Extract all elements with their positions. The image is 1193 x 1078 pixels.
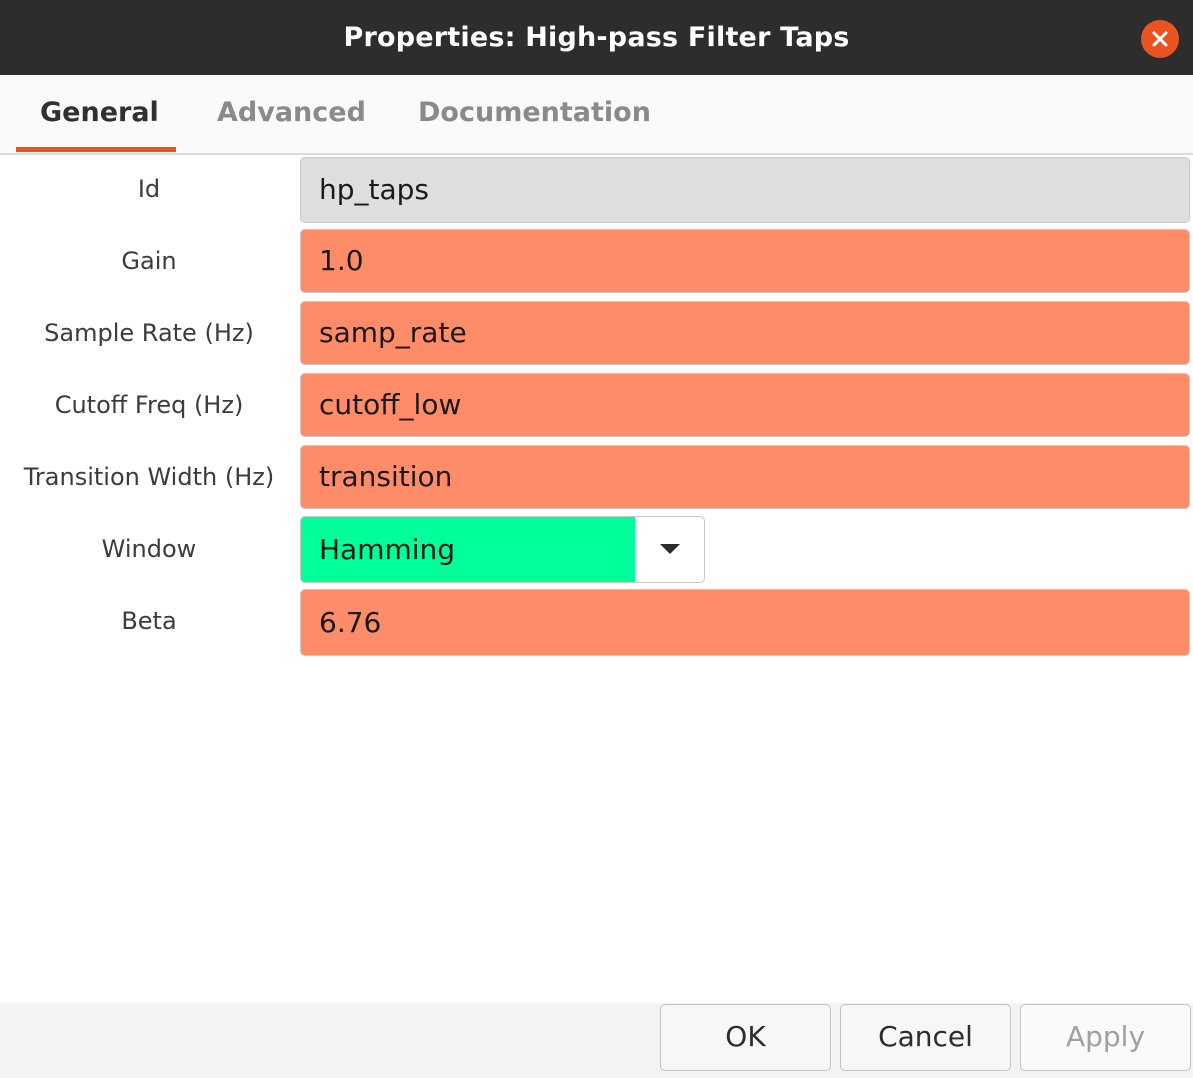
tab-bar: General Advanced Documentation [0,75,1193,155]
active-tab-indicator [16,147,176,152]
ok-button[interactable]: OK [660,1004,831,1071]
id-field[interactable]: hp_taps [300,157,1190,223]
gain-label: Gain [121,247,177,275]
window-title: Properties: High-pass Filter Taps [343,22,850,53]
close-icon [1152,31,1168,47]
window-select[interactable]: Hamming [300,516,705,583]
gain-field[interactable]: 1.0 [300,229,1190,293]
transition-width-label: Transition Width (Hz) [23,463,275,491]
button-bar [0,1003,1193,1078]
tab-general[interactable]: General [40,97,159,128]
beta-label: Beta [121,607,177,635]
window-select-toggle[interactable] [635,517,704,582]
apply-button[interactable]: Apply [1020,1004,1191,1071]
id-label: Id [137,175,161,203]
tab-documentation[interactable]: Documentation [418,97,651,128]
sample-rate-label: Sample Rate (Hz) [44,319,254,347]
chevron-down-icon [660,544,680,554]
properties-dialog: Properties: High-pass Filter Taps Genera… [0,0,1193,1078]
window-select-value[interactable]: Hamming [301,517,635,582]
sample-rate-field[interactable]: samp_rate [300,301,1190,365]
title-bar[interactable]: Properties: High-pass Filter Taps [0,0,1193,75]
cutoff-freq-field[interactable]: cutoff_low [300,373,1190,437]
window-label: Window [101,535,197,563]
transition-width-field[interactable]: transition [300,445,1190,509]
beta-field[interactable]: 6.76 [300,589,1190,656]
close-button[interactable] [1141,20,1179,58]
cancel-button[interactable]: Cancel [840,1004,1011,1071]
tab-advanced[interactable]: Advanced [217,97,366,128]
cutoff-freq-label: Cutoff Freq (Hz) [54,391,244,419]
